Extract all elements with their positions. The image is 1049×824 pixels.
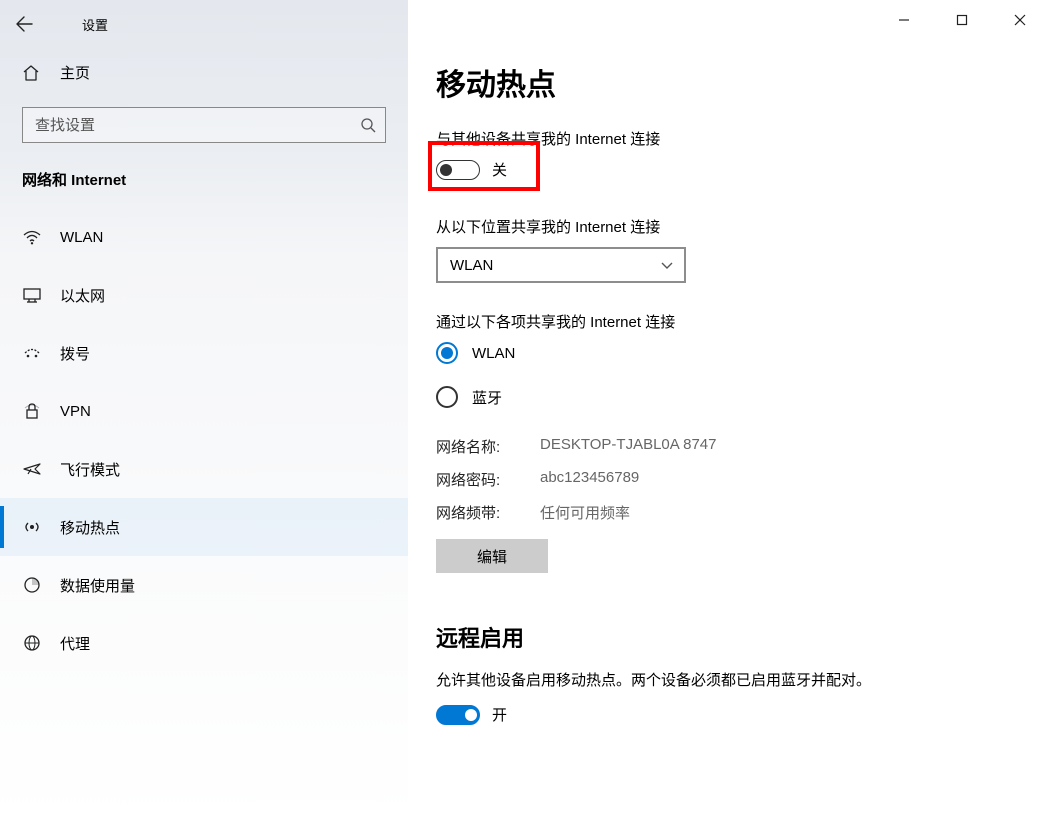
remote-toggle-state: 开 xyxy=(492,704,507,725)
airplane-icon xyxy=(22,459,42,479)
proxy-icon xyxy=(22,633,42,653)
search-icon xyxy=(359,117,377,133)
share-over-label: 通过以下各项共享我的 Internet 连接 xyxy=(436,311,1017,332)
minimize-icon xyxy=(898,14,910,26)
share-toggle-row: 关 xyxy=(436,159,507,180)
sidebar-item-dialup[interactable]: 拨号 xyxy=(0,324,408,382)
remote-desc: 允许其他设备启用移动热点。两个设备必须都已启用蓝牙并配对。 xyxy=(436,669,1017,690)
sidebar-item-label: 以太网 xyxy=(60,285,105,306)
nav-list: WLAN 以太网 拨号 VPN xyxy=(0,208,408,672)
remote-toggle[interactable] xyxy=(436,705,480,725)
sidebar-item-label: 移动热点 xyxy=(60,517,120,538)
share-over-radio-group: WLAN 蓝牙 xyxy=(436,342,1017,408)
share-toggle[interactable] xyxy=(436,160,480,180)
sidebar-item-label: 代理 xyxy=(60,633,90,654)
chevron-down-icon xyxy=(660,258,674,272)
search-input[interactable] xyxy=(33,116,359,135)
info-pwd-key: 网络密码: xyxy=(436,469,540,490)
info-name-key: 网络名称: xyxy=(436,436,540,457)
hotspot-icon xyxy=(22,517,42,537)
wifi-icon xyxy=(22,227,42,247)
close-icon xyxy=(1014,14,1026,26)
sidebar-item-datausage[interactable]: 数据使用量 xyxy=(0,556,408,614)
sidebar-item-label: VPN xyxy=(60,403,91,420)
sidebar-item-hotspot[interactable]: 移动热点 xyxy=(0,498,408,556)
share-toggle-state: 关 xyxy=(492,159,507,180)
share-label: 与其他设备共享我的 Internet 连接 xyxy=(436,128,1017,149)
radio-wlan[interactable]: WLAN xyxy=(436,342,1017,364)
category-header: 网络和 Internet xyxy=(0,161,408,208)
window-controls xyxy=(875,0,1049,40)
sidebar-item-proxy[interactable]: 代理 xyxy=(0,614,408,672)
radio-bluetooth[interactable]: 蓝牙 xyxy=(436,386,1017,408)
share-from-dropdown[interactable]: WLAN xyxy=(436,247,686,283)
sidebar-item-vpn[interactable]: VPN xyxy=(0,382,408,440)
radio-wlan-control xyxy=(436,342,458,364)
sidebar-item-label: WLAN xyxy=(60,229,103,246)
sidebar-item-label: 拨号 xyxy=(60,343,90,364)
info-row-name: 网络名称: DESKTOP-TJABL0A 8747 xyxy=(436,430,1017,463)
maximize-button[interactable] xyxy=(933,0,991,40)
page-title: 移动热点 xyxy=(436,60,1017,104)
info-row-password: 网络密码: abc123456789 xyxy=(436,463,1017,496)
sidebar-home[interactable]: 主页 xyxy=(0,48,408,97)
sidebar-item-label: 飞行模式 xyxy=(60,459,120,480)
radio-bluetooth-control xyxy=(436,386,458,408)
maximize-icon xyxy=(956,14,968,26)
search-box[interactable] xyxy=(22,107,386,143)
data-usage-icon xyxy=(22,575,42,595)
dialup-icon xyxy=(22,343,42,363)
info-band-val: 任何可用频率 xyxy=(540,502,630,523)
sidebar-item-ethernet[interactable]: 以太网 xyxy=(0,266,408,324)
sidebar: 设置 主页 网络和 Internet WLAN xyxy=(0,0,408,824)
info-pwd-val: abc123456789 xyxy=(540,469,639,490)
sidebar-item-wlan[interactable]: WLAN xyxy=(0,208,408,266)
radio-wlan-label: WLAN xyxy=(472,345,515,362)
minimize-button[interactable] xyxy=(875,0,933,40)
main-content: 移动热点 与其他设备共享我的 Internet 连接 关 从以下位置共享我的 I… xyxy=(408,0,1049,824)
ethernet-icon xyxy=(22,285,42,305)
share-from-value: WLAN xyxy=(450,257,493,274)
back-button[interactable] xyxy=(0,0,48,48)
edit-button[interactable]: 编辑 xyxy=(436,539,548,573)
titlebar: 设置 xyxy=(0,0,408,48)
settings-window: 设置 主页 网络和 Internet WLAN xyxy=(0,0,1049,824)
hotspot-info-table: 网络名称: DESKTOP-TJABL0A 8747 网络密码: abc1234… xyxy=(436,430,1017,529)
share-from-label: 从以下位置共享我的 Internet 连接 xyxy=(436,216,1017,237)
vpn-icon xyxy=(22,401,42,421)
remote-toggle-row: 开 xyxy=(436,704,1017,725)
sidebar-item-label: 数据使用量 xyxy=(60,575,135,596)
info-row-band: 网络频带: 任何可用频率 xyxy=(436,496,1017,529)
home-icon xyxy=(22,64,42,82)
radio-bluetooth-label: 蓝牙 xyxy=(472,387,502,408)
info-band-key: 网络频带: xyxy=(436,502,540,523)
info-name-val: DESKTOP-TJABL0A 8747 xyxy=(540,436,716,457)
close-button[interactable] xyxy=(991,0,1049,40)
app-title: 设置 xyxy=(82,15,108,34)
arrow-left-icon xyxy=(15,15,33,33)
sidebar-item-airplane[interactable]: 飞行模式 xyxy=(0,440,408,498)
remote-heading: 远程启用 xyxy=(436,621,1017,653)
sidebar-home-label: 主页 xyxy=(60,62,90,83)
search-wrap xyxy=(22,107,386,143)
